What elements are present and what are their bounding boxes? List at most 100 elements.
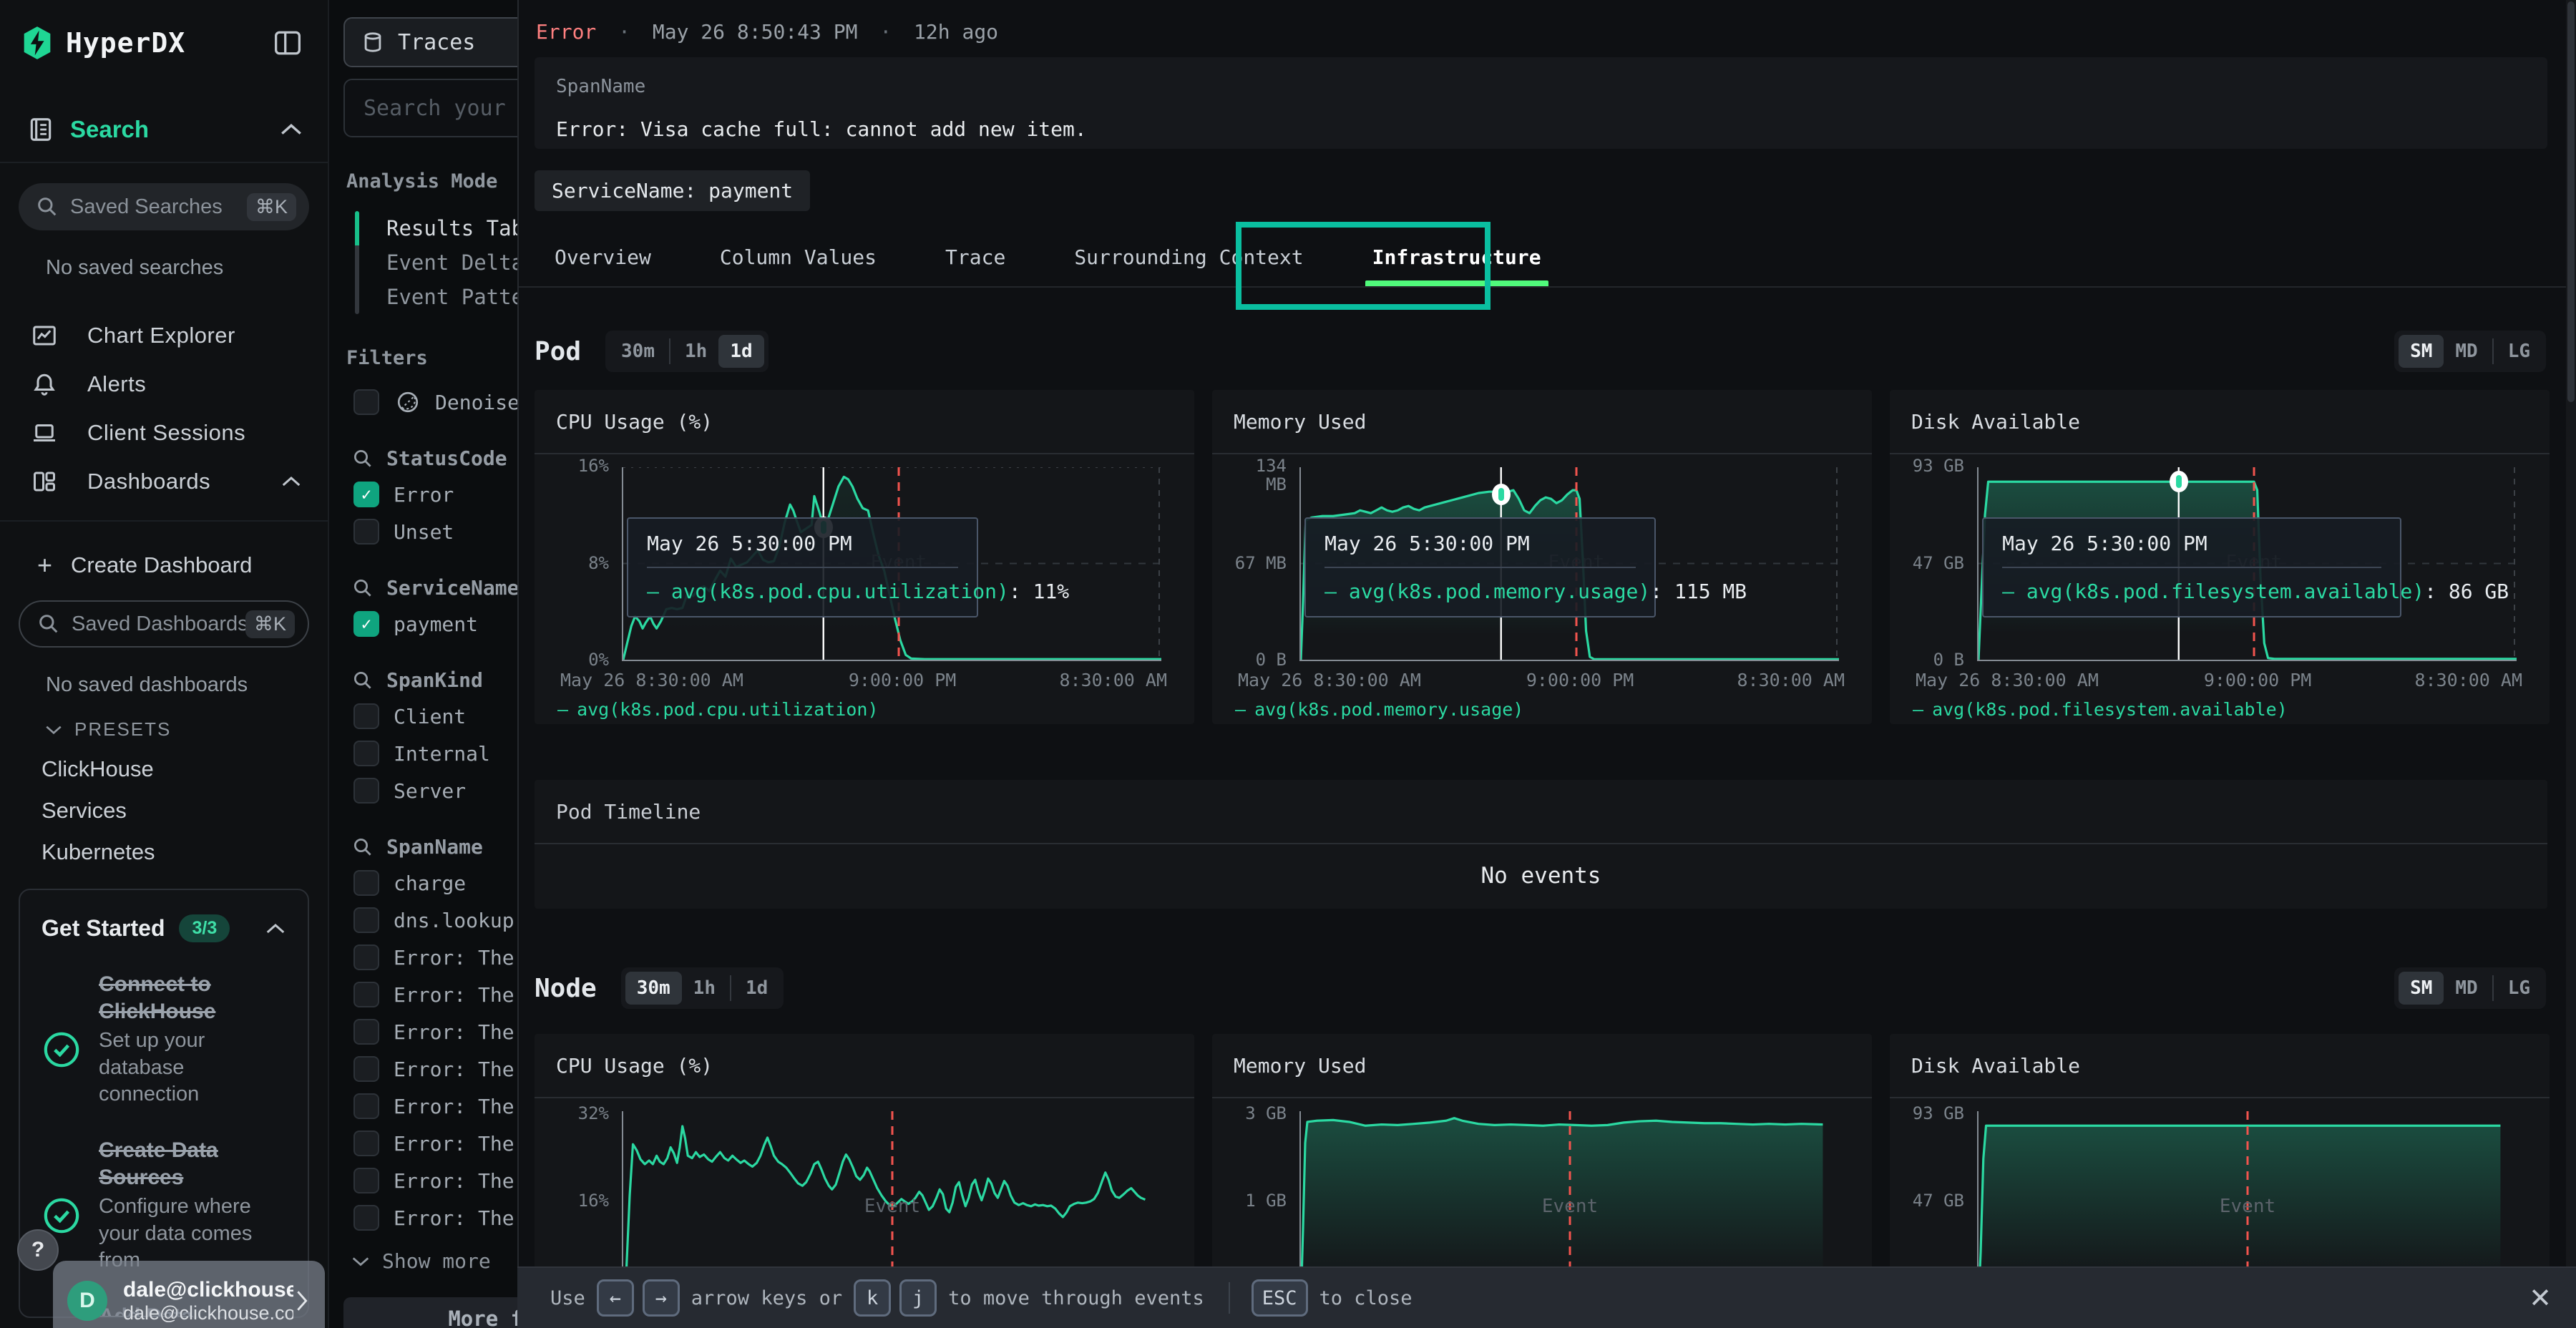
legend-label: avg(k8s.pod.memory.usage) — [1254, 699, 1523, 720]
y-axis-tick-label: 3 GB — [1229, 1104, 1287, 1123]
help-button[interactable]: ? — [17, 1229, 59, 1271]
y-axis-tick-label: 1 GB — [1229, 1191, 1287, 1210]
scrollbar-thumb[interactable] — [2567, 1, 2575, 402]
user-menu[interactable]: D dale@clickhouse.com dale@clickhouse.co… — [53, 1261, 325, 1328]
task-create-data-sources[interactable]: Create Data Sources Configure where your… — [42, 1137, 286, 1274]
filter-group-servicename[interactable]: ServiceName — [352, 576, 517, 600]
sidebar-item-dashboards[interactable]: Dashboards — [0, 457, 328, 506]
analysis-mode-results-table[interactable]: Results Table — [386, 211, 517, 245]
filter-option-payment[interactable]: ✓ payment — [353, 611, 517, 637]
filter-option-client[interactable]: Client — [353, 703, 517, 729]
sidebar-item-client-sessions[interactable]: Client Sessions — [0, 409, 328, 457]
check-circle-icon — [42, 991, 82, 1108]
create-dashboard-button[interactable]: + Create Dashboard — [37, 550, 328, 580]
search-section-header[interactable]: Search — [0, 116, 328, 143]
more-filters-button[interactable]: More fil — [343, 1297, 517, 1328]
event-navigation-footer: Use ← → arrow keys or k j to move throug… — [517, 1266, 2576, 1328]
size-md[interactable]: MD — [2444, 972, 2489, 1005]
hyperdx-logo-icon — [21, 26, 53, 60]
checkbox-icon — [353, 982, 379, 1007]
size-sm[interactable]: SM — [2399, 972, 2444, 1005]
range-1d[interactable]: 1d — [718, 335, 763, 368]
x-axis-tick-label: May 26 8:30:00 AM — [1916, 670, 2099, 690]
presets-label: PRESETS — [74, 718, 171, 741]
checkbox-checked-icon: ✓ — [353, 482, 379, 507]
sidebar: HyperDX Search Saved Searches ⌘K No save… — [0, 0, 329, 1328]
close-icon[interactable]: ✕ — [2529, 1282, 2552, 1314]
source-select-button[interactable]: Traces — [343, 17, 517, 67]
tab-column-values[interactable]: Column Values — [713, 236, 884, 278]
y-axis-tick-label: 8% — [552, 554, 609, 572]
chart-area[interactable]: 134 MB67 MB0 BEventMay 26 8:30:00 AM9:00… — [1234, 454, 1850, 724]
tab-infrastructure[interactable]: Infrastructure — [1365, 236, 1548, 278]
filter-option-dns-lookup[interactable]: dns.lookup — [353, 907, 517, 933]
sidebar-item-chart-explorer[interactable]: Chart Explorer — [0, 311, 328, 360]
filter-option-error-span[interactable]: Error: The cr — [353, 1168, 517, 1193]
sidebar-item-label: Dashboards — [87, 469, 210, 494]
denoise-checkbox-row[interactable]: Denoise Re — [353, 389, 517, 415]
range-1h[interactable]: 1h — [682, 972, 727, 1005]
event-search-input[interactable]: Search your ev — [343, 79, 517, 137]
filter-group-spankind[interactable]: SpanKind — [352, 668, 517, 692]
chart-area[interactable]: 16%8%0%EventMay 26 8:30:00 AM9:00:00 PM8… — [556, 454, 1173, 724]
size-lg[interactable]: LG — [2497, 972, 2542, 1005]
size-lg[interactable]: LG — [2497, 335, 2542, 368]
shortcut-badge: ⌘K — [247, 193, 296, 221]
size-md[interactable]: MD — [2444, 335, 2489, 368]
filter-option-label: Error: The cr — [394, 1058, 517, 1081]
tab-overview[interactable]: Overview — [547, 236, 658, 278]
filter-option-error-span[interactable]: Error: The cr — [353, 944, 517, 970]
filter-option-error-span[interactable]: Error: The cr — [353, 982, 517, 1007]
size-sm[interactable]: SM — [2399, 335, 2444, 368]
get-started-header[interactable]: Get Started 3/3 — [42, 914, 286, 942]
preset-kubernetes[interactable]: Kubernetes — [42, 839, 328, 865]
preset-clickhouse[interactable]: ClickHouse — [42, 756, 328, 782]
arrow-right-key-icon: → — [643, 1279, 680, 1317]
chart-title: Memory Used — [1212, 390, 1872, 454]
filter-option-error[interactable]: ✓ Error — [353, 482, 517, 507]
saved-searches-input[interactable]: Saved Searches ⌘K — [19, 183, 309, 230]
y-axis-tick-label: 47 GB — [1907, 554, 1964, 572]
filter-option-error-span[interactable]: Error: The cr — [353, 1019, 517, 1045]
filter-option-error-span[interactable]: Error: The cr — [353, 1205, 517, 1231]
saved-dashboards-input[interactable]: Saved Dashboards ⌘K — [19, 600, 309, 648]
tab-trace[interactable]: Trace — [938, 236, 1013, 278]
range-1h[interactable]: 1h — [673, 335, 718, 368]
pod-memory-chart-card: Memory Used 134 MB67 MB0 BEventMay 26 8:… — [1212, 390, 1872, 724]
range-30m[interactable]: 30m — [625, 972, 682, 1005]
filter-option-error-span[interactable]: Error: The cr — [353, 1056, 517, 1082]
filter-option-unset[interactable]: Unset — [353, 519, 517, 545]
chart-title: CPU Usage (%) — [535, 1034, 1194, 1098]
filter-option-server[interactable]: Server — [353, 778, 517, 804]
service-name-chip[interactable]: ServiceName: payment — [535, 170, 810, 211]
analysis-mode-event-patterns[interactable]: Event Patterns — [386, 280, 517, 314]
filter-option-error-span[interactable]: Error: The cr — [353, 1093, 517, 1119]
esc-key-icon: ESC — [1252, 1279, 1308, 1317]
checkbox-icon — [353, 703, 379, 729]
legend-label: avg(k8s.pod.cpu.utilization) — [577, 699, 878, 720]
sidebar-collapse-icon[interactable] — [269, 26, 306, 60]
filter-option-error-span[interactable]: Error: The cr — [353, 1131, 517, 1156]
sidebar-item-label: Client Sessions — [87, 420, 245, 446]
filter-group-label: ServiceName — [386, 576, 517, 600]
range-30m[interactable]: 30m — [610, 335, 666, 368]
checkbox-icon — [353, 1056, 379, 1082]
range-1d[interactable]: 1d — [734, 972, 779, 1005]
preset-services[interactable]: Services — [42, 798, 328, 824]
filter-group-statuscode[interactable]: StatusCode — [352, 446, 517, 470]
analysis-mode-label: Analysis Mode — [346, 170, 517, 192]
chart-area[interactable]: 93 GB47 GB0 BEventMay 26 8:30:00 AM9:00:… — [1911, 454, 2528, 724]
show-more-toggle[interactable]: Show more — [351, 1249, 517, 1273]
filter-option-internal[interactable]: Internal — [353, 741, 517, 766]
avatar: D — [67, 1281, 107, 1321]
filter-option-charge[interactable]: charge — [353, 870, 517, 896]
tab-surrounding-context[interactable]: Surrounding Context — [1067, 236, 1310, 278]
sidebar-item-alerts[interactable]: Alerts — [0, 360, 328, 409]
vertical-scrollbar[interactable] — [2566, 0, 2576, 1328]
y-axis-tick-label: 134 MB — [1229, 456, 1287, 494]
presets-toggle[interactable]: PRESETS — [44, 718, 328, 741]
task-connect-clickhouse[interactable]: Connect to ClickHouse Set up your databa… — [42, 971, 286, 1108]
analysis-mode-event-deltas[interactable]: Event Deltas — [386, 245, 517, 280]
tooltip-value-row: — avg(k8s.pod.memory.usage): 115 MB — [1324, 568, 1636, 616]
filter-group-spanname[interactable]: SpanName — [352, 835, 517, 859]
